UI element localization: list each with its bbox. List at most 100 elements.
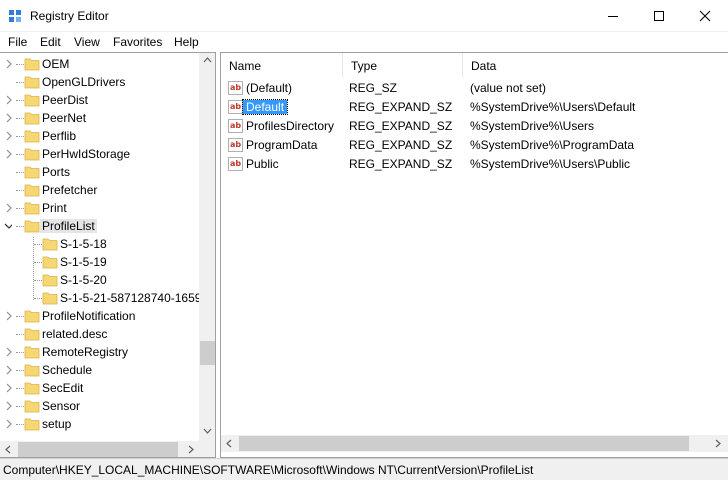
tree-item[interactable]: setup	[0, 415, 200, 433]
chevron-right-icon[interactable]	[4, 383, 12, 393]
menu-help[interactable]: Help	[174, 35, 199, 49]
list-horizontal-scroll-thumb[interactable]	[239, 436, 689, 451]
folder-icon	[24, 220, 40, 233]
tree-item[interactable]: S-1-5-21-587128740-16598	[0, 289, 208, 307]
tree-connector-line	[34, 298, 42, 299]
minimize-button[interactable]	[590, 0, 636, 32]
chevron-right-icon[interactable]	[4, 149, 12, 159]
tree-connector-line	[16, 82, 24, 83]
column-header-type[interactable]: Type	[343, 53, 463, 77]
folder-icon	[24, 364, 40, 377]
value-row[interactable]: ab Default REG_EXPAND_SZ %SystemDrive%\User…	[221, 98, 721, 117]
chevron-right-icon[interactable]	[4, 311, 12, 321]
tree-connector-line	[16, 118, 24, 119]
chevron-right-icon[interactable]	[4, 401, 12, 411]
tree-connector-line	[16, 424, 24, 425]
tree-item[interactable]: PeerNet	[0, 109, 200, 127]
menu-view[interactable]: View	[74, 35, 100, 49]
chevron-right-icon[interactable]	[4, 365, 12, 375]
tree-item[interactable]: related.desc	[0, 325, 200, 343]
tree-item-label: Prefetcher	[42, 183, 98, 197]
folder-icon	[24, 58, 40, 71]
tree-item[interactable]: Sensor	[0, 397, 200, 415]
column-header-name[interactable]: Name	[221, 53, 343, 77]
value-name: Public	[246, 157, 279, 171]
tree-connector-line	[16, 154, 24, 155]
tree-item-label: PerHwIdStorage	[42, 147, 131, 161]
value-data: %SystemDrive%\Users\Default	[470, 100, 636, 114]
values-list[interactable]: Name Type Data ab (Default) REG_SZ (value n…	[220, 52, 728, 458]
maximize-button[interactable]	[636, 0, 682, 32]
string-value-icon: ab	[228, 157, 243, 171]
tree-item[interactable]: SecEdit	[0, 379, 200, 397]
tree-item[interactable]: ProfileNotification	[0, 307, 200, 325]
scroll-right-arrow-icon[interactable]	[188, 445, 194, 454]
tree-item-label: S-1-5-19	[60, 255, 107, 269]
tree-item[interactable]: Schedule	[0, 361, 200, 379]
tree-item[interactable]: S-1-5-18	[0, 235, 200, 253]
value-data: %SystemDrive%\Users\Public	[470, 157, 631, 171]
tree-item[interactable]: PeerDist	[0, 91, 200, 109]
tree-horizontal-scroll-thumb[interactable]	[18, 442, 178, 457]
tree-connector-line	[34, 280, 42, 281]
menu-edit[interactable]: Edit	[40, 35, 61, 49]
chevron-right-icon[interactable]	[4, 203, 12, 213]
scroll-right-arrow-icon[interactable]	[715, 439, 721, 448]
chevron-right-icon[interactable]	[4, 419, 12, 429]
tree-vertical-scrollbar[interactable]	[199, 53, 215, 441]
tree-item[interactable]: RemoteRegistry	[0, 343, 200, 361]
tree-connector-line	[16, 352, 24, 353]
chevron-down-icon[interactable]	[4, 221, 12, 231]
chevron-right-icon[interactable]	[4, 131, 12, 141]
tree-item-label: Print	[42, 201, 67, 215]
tree-item[interactable]: OpenGLDrivers	[0, 73, 200, 91]
tree-item[interactable]: S-1-5-20	[0, 271, 200, 289]
scroll-left-arrow-icon[interactable]	[5, 445, 11, 454]
chevron-right-icon[interactable]	[4, 113, 12, 123]
tree-item[interactable]: S-1-5-19	[0, 253, 200, 271]
close-button[interactable]	[682, 0, 728, 32]
registry-tree[interactable]: OEM OpenGLDrivers PeerDist PeerNet Perflib Pe…	[0, 52, 216, 458]
column-header-data[interactable]: Data	[463, 53, 728, 77]
folder-icon	[24, 148, 40, 161]
value-row[interactable]: ab ProfilesDirectory REG_EXPAND_SZ %SystemD…	[221, 117, 721, 136]
folder-icon	[24, 418, 40, 431]
chevron-right-icon[interactable]	[4, 59, 12, 69]
tree-item[interactable]: PerHwIdStorage	[0, 145, 200, 163]
string-value-icon: ab	[228, 81, 243, 95]
scroll-down-arrow-icon[interactable]	[203, 428, 212, 434]
scroll-left-arrow-icon[interactable]	[226, 439, 232, 448]
tree-item-label: PeerNet	[42, 111, 87, 125]
tree-item-label: S-1-5-18	[60, 237, 107, 251]
menu-file[interactable]: File	[8, 35, 27, 49]
folder-icon	[24, 382, 40, 395]
registry-path: Computer\HKEY_LOCAL_MACHINE\SOFTWARE\Mic…	[3, 463, 534, 477]
menu-favorites[interactable]: Favorites	[113, 35, 162, 49]
tree-item[interactable]: Print	[0, 199, 200, 217]
tree-connector-line	[16, 208, 24, 209]
tree-connector-line	[16, 100, 24, 101]
tree-connector-line	[16, 334, 24, 335]
tree-item[interactable]: OEM	[0, 55, 200, 73]
string-value-icon: ab	[228, 100, 243, 114]
tree-horizontal-scrollbar[interactable]	[0, 441, 215, 457]
folder-icon	[24, 328, 40, 341]
tree-item-label: Schedule	[42, 363, 93, 377]
folder-icon	[24, 130, 40, 143]
tree-item[interactable]: Ports	[0, 163, 200, 181]
value-row[interactable]: ab ProgramData REG_EXPAND_SZ %SystemDrive%\…	[221, 136, 721, 155]
value-type: REG_EXPAND_SZ	[349, 157, 453, 171]
list-horizontal-scrollbar[interactable]	[221, 435, 728, 452]
tree-item[interactable]: Prefetcher	[0, 181, 200, 199]
tree-item[interactable]: ProfileList	[0, 217, 200, 235]
value-name: Default	[241, 99, 289, 115]
tree-item[interactable]: Perflib	[0, 127, 200, 145]
value-row[interactable]: ab Public REG_EXPAND_SZ %SystemDrive%\Users…	[221, 155, 721, 174]
tree-item-label: Sensor	[42, 399, 81, 413]
scroll-up-arrow-icon[interactable]	[203, 57, 212, 63]
value-row[interactable]: ab (Default) REG_SZ (value not set)	[221, 79, 721, 98]
value-name: (Default)	[246, 81, 293, 95]
chevron-right-icon[interactable]	[4, 347, 12, 357]
chevron-right-icon[interactable]	[4, 95, 12, 105]
tree-vertical-scroll-thumb[interactable]	[200, 341, 215, 365]
